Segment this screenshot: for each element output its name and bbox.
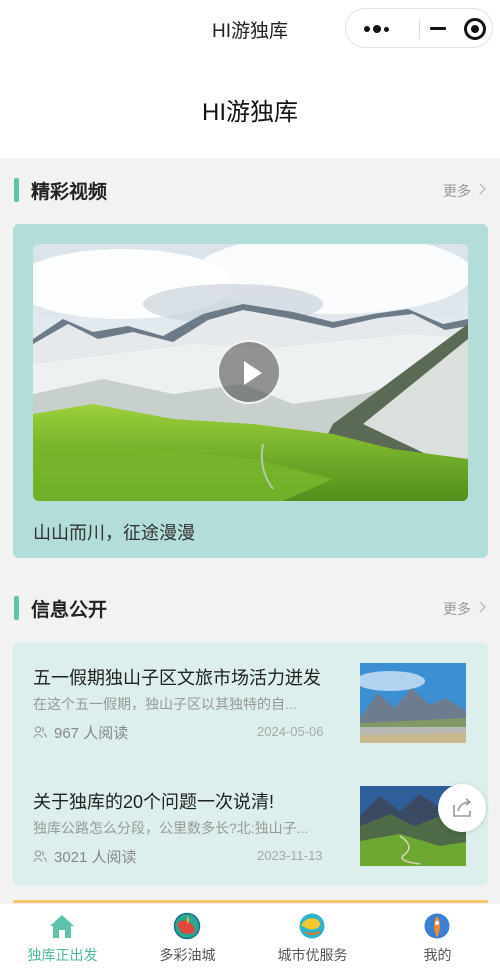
news-title: 关于独库的20个问题一次说清! bbox=[33, 792, 275, 812]
share-button[interactable] bbox=[438, 784, 486, 832]
news-item[interactable]: 关于独库的20个问题一次说清! 独库公路怎么分段，公里数多长?北:独山子... … bbox=[13, 786, 488, 898]
share-icon bbox=[453, 798, 472, 817]
news-date: 2024-05-06 bbox=[257, 724, 324, 739]
info-section-header: 信息公开 更多 bbox=[0, 593, 500, 623]
video-thumbnail[interactable] bbox=[33, 244, 468, 501]
news-thumbnail bbox=[360, 663, 466, 743]
tab-label: 独库正出发 bbox=[27, 947, 98, 963]
tab-oil-city[interactable]: 多彩油城 bbox=[125, 904, 250, 969]
tab-profile[interactable]: 我的 bbox=[375, 904, 500, 969]
more-options-button[interactable] bbox=[346, 9, 419, 49]
more-dots-icon bbox=[373, 25, 381, 33]
city-globe-icon bbox=[173, 912, 201, 940]
news-summary: 在这个五一假期，独山子区以其独特的自... bbox=[33, 696, 297, 712]
videos-more-link[interactable]: 更多 bbox=[443, 181, 486, 201]
info-section-title: 信息公开 bbox=[31, 600, 108, 621]
more-label: 更多 bbox=[443, 183, 471, 199]
capsule-actions bbox=[420, 9, 493, 49]
info-more-link[interactable]: 更多 bbox=[443, 599, 486, 619]
video-caption: 山山而川，征途漫漫 bbox=[33, 523, 195, 543]
tab-label: 多彩油城 bbox=[159, 947, 216, 963]
videos-section-title: 精彩视频 bbox=[31, 182, 108, 203]
top-bar: HI游独库 bbox=[0, 0, 500, 56]
news-date: 2023-11-13 bbox=[257, 848, 323, 863]
more-dots-icon bbox=[384, 27, 389, 32]
home-icon bbox=[50, 915, 74, 938]
tab-label: 城市优服务 bbox=[277, 947, 348, 963]
chevron-right-icon bbox=[474, 601, 486, 613]
tab-home[interactable]: 独库正出发 bbox=[0, 904, 125, 969]
read-count-text: 967 人阅读 bbox=[54, 725, 129, 742]
people-icon bbox=[33, 726, 47, 738]
more-dots-icon bbox=[364, 26, 370, 32]
video-card[interactable]: 山山而川，征途漫漫 bbox=[13, 224, 488, 558]
news-list-card: 五一假期独山子区文旅市场活力迸发 在这个五一假期，独山子区以其独特的自... 9… bbox=[13, 642, 488, 886]
news-item[interactable]: 五一假期独山子区文旅市场活力迸发 在这个五一假期，独山子区以其独特的自... 9… bbox=[13, 663, 488, 774]
news-title: 五一假期独山子区文旅市场活力迸发 bbox=[33, 668, 321, 688]
read-count-text: 3021 人阅读 bbox=[54, 849, 137, 866]
chevron-right-icon bbox=[474, 183, 486, 195]
close-target-icon[interactable] bbox=[464, 18, 486, 40]
tab-city-service[interactable]: 城市优服务 bbox=[250, 904, 375, 969]
play-icon[interactable] bbox=[217, 340, 281, 404]
news-summary: 独库公路怎么分段，公里数多长?北:独山子... bbox=[33, 820, 309, 836]
page-title: HI游独库 bbox=[202, 99, 298, 126]
more-label: 更多 bbox=[443, 601, 471, 617]
section-accent-bar bbox=[14, 596, 19, 620]
service-globe-icon bbox=[299, 913, 325, 939]
bottom-tab-bar: 独库正出发 多彩油城 城市优服务 我的 bbox=[0, 903, 500, 969]
tab-label: 我的 bbox=[423, 947, 452, 963]
news-photo-image bbox=[360, 663, 466, 743]
capsule-menu bbox=[345, 8, 493, 48]
people-icon bbox=[33, 850, 47, 862]
videos-section-header: 精彩视频 更多 bbox=[0, 175, 500, 205]
profile-icon bbox=[424, 913, 450, 939]
minimize-icon[interactable] bbox=[430, 27, 446, 30]
page-header: HI游独库 bbox=[0, 56, 500, 158]
section-accent-bar bbox=[14, 178, 19, 202]
